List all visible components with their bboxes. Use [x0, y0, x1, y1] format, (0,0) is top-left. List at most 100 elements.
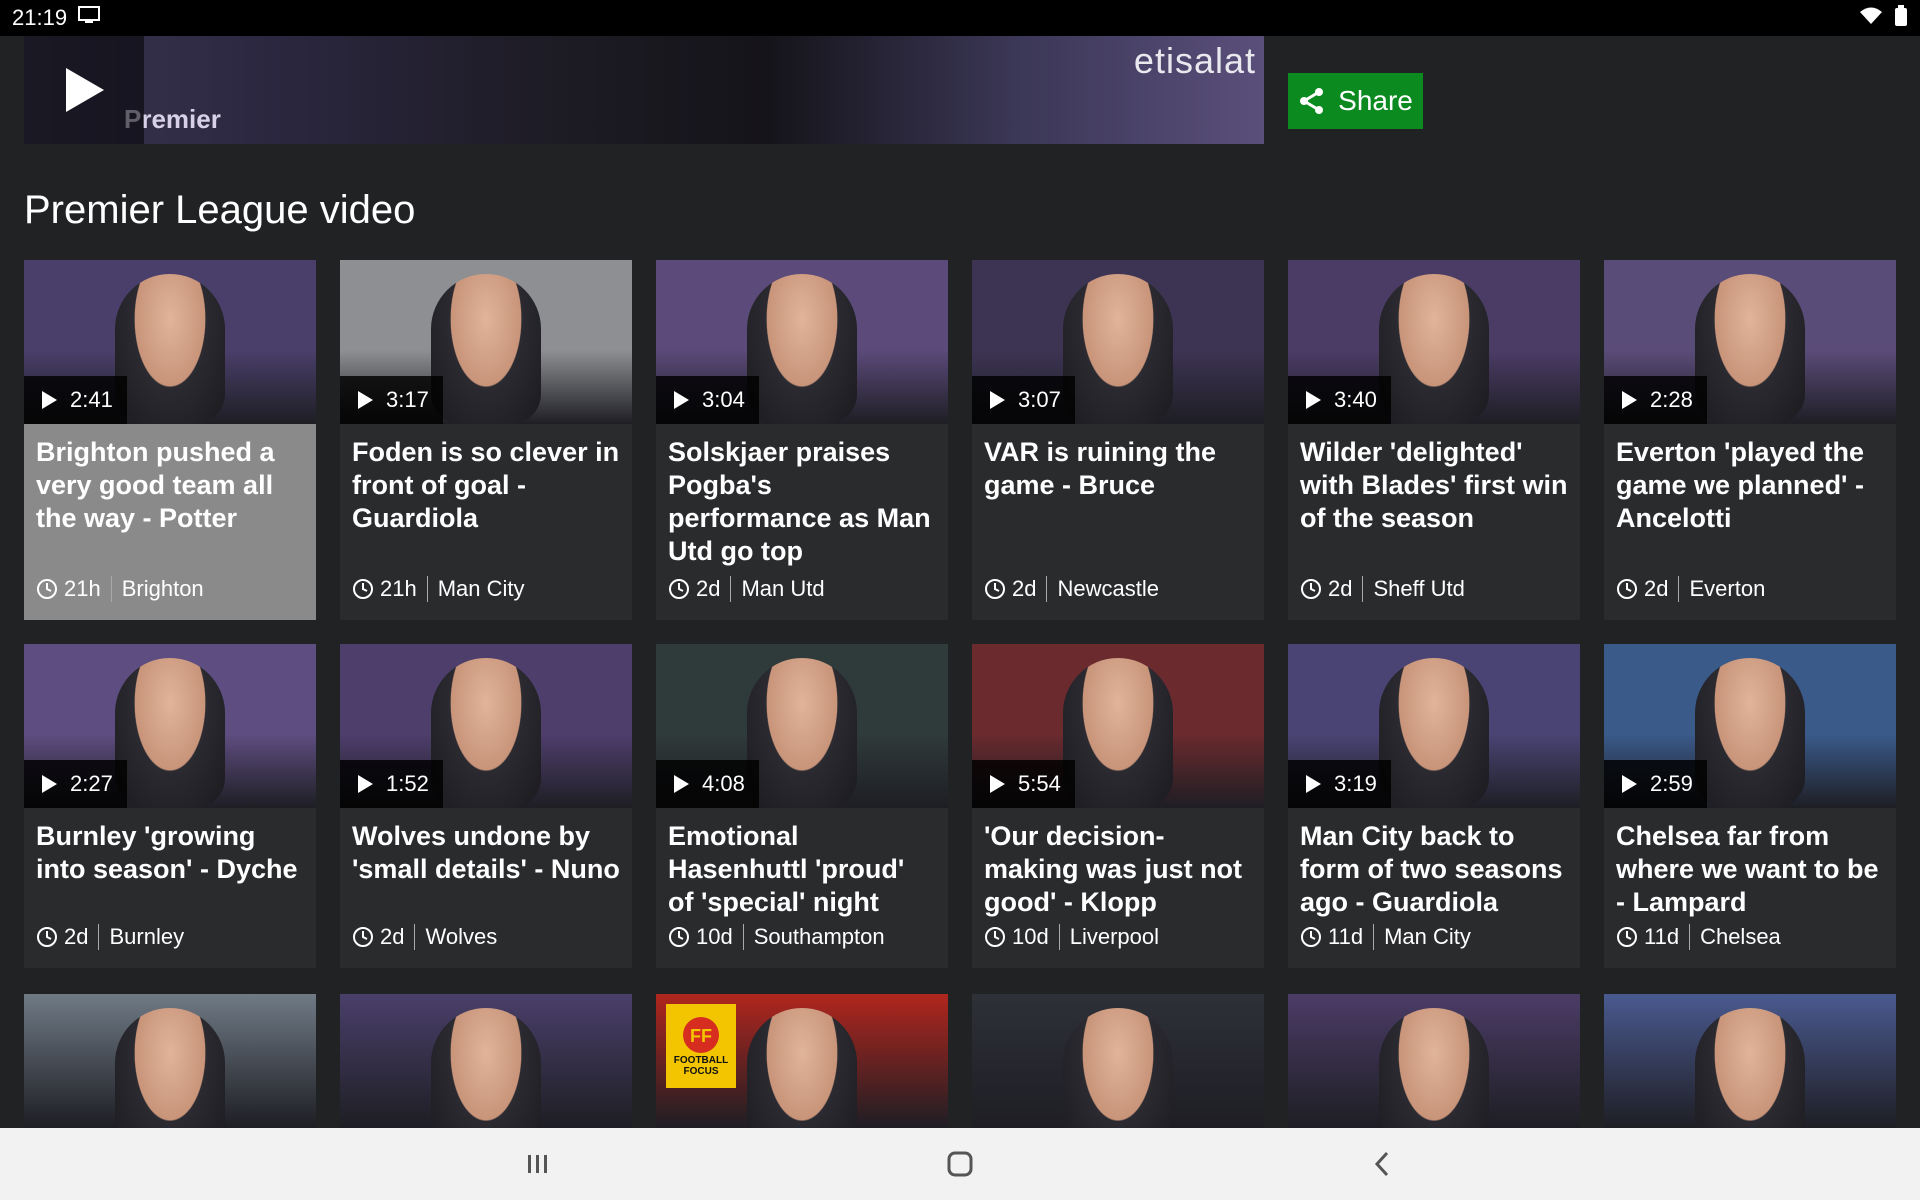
video-title: Man City back to form of two seasons ago…: [1300, 821, 1563, 917]
time-ago: 2d: [696, 576, 721, 601]
play-icon: [66, 68, 104, 112]
divider: [1362, 576, 1364, 602]
video-title: Chelsea far from where we want to be - L…: [1616, 821, 1879, 917]
person-image: [115, 274, 225, 424]
play-button[interactable]: [24, 36, 144, 144]
video-card[interactable]: 3:19 Man City back to form of two seasons…: [1288, 644, 1580, 968]
team-label: Man City: [1384, 924, 1471, 949]
video-card[interactable]: [340, 994, 632, 1128]
person-image: [747, 658, 857, 808]
clock-icon: [985, 927, 1005, 947]
team-label: Man Utd: [741, 576, 825, 601]
video-card[interactable]: 5:54 'Our decision-making was just not go…: [972, 644, 1264, 968]
person-image: [1063, 658, 1173, 808]
divider: [730, 576, 732, 602]
video-card[interactable]: 3:07 VAR is ruining the game - Bruce 2d New…: [972, 260, 1264, 620]
clock-icon: [669, 579, 689, 599]
team-label: Everton: [1689, 576, 1766, 601]
divider: [414, 924, 416, 950]
video-thumbnail: [24, 994, 316, 1128]
video-card[interactable]: 4:08 Emotional Hasenhuttl 'proud' of 'spe…: [656, 644, 948, 968]
duration-badge: 2:41: [24, 376, 127, 424]
clock-icon: [1301, 927, 1321, 947]
play-icon: [358, 775, 373, 793]
play-icon: [990, 775, 1005, 793]
duration-badge: 3:19: [1288, 760, 1391, 808]
play-icon: [1622, 775, 1637, 793]
video-meta: 2d Burnley: [36, 924, 184, 950]
duration-badge: 3:40: [1288, 376, 1391, 424]
team-label: Burnley: [109, 924, 185, 949]
football-focus-logo: FF FOOTBALL FOCUS: [666, 1004, 736, 1088]
time-ago: 2d: [1012, 576, 1037, 601]
video-card[interactable]: 3:17 Foden is so clever in front of goal …: [340, 260, 632, 620]
back-icon: [1374, 1151, 1389, 1177]
time-ago: 2d: [380, 924, 405, 949]
video-card[interactable]: 2:28 Everton 'played the game we planned'…: [1604, 260, 1896, 620]
wifi-icon: [1858, 6, 1884, 31]
video-title: Brighton pushed a very good team all the…: [36, 437, 275, 533]
person-image: [431, 658, 541, 808]
clock-icon: [985, 579, 1005, 599]
recent-apps-button[interactable]: [520, 1146, 556, 1182]
time-ago: 21h: [64, 576, 101, 601]
video-card[interactable]: 3:40 Wilder 'delighted' with Blades' firs…: [1288, 260, 1580, 620]
time-ago: 11d: [1644, 924, 1680, 949]
play-icon: [674, 391, 689, 409]
video-card[interactable]: [1604, 994, 1896, 1128]
person-image: [431, 274, 541, 424]
play-icon: [358, 391, 373, 409]
status-bar: 21:19: [0, 0, 1920, 36]
person-image: [1063, 274, 1173, 424]
recent-apps-icon: [528, 1155, 547, 1173]
duration-badge: 5:54: [972, 760, 1075, 808]
person-image: [115, 658, 225, 808]
video-card[interactable]: FF FOOTBALL FOCUS: [656, 994, 948, 1128]
person-image: [1695, 274, 1805, 424]
video-card[interactable]: [972, 994, 1264, 1128]
play-icon: [42, 391, 57, 409]
time-ago: 11d: [1328, 924, 1364, 949]
person-image: [747, 1008, 857, 1128]
team-label: Liverpool: [1069, 924, 1159, 949]
home-icon: [947, 1151, 973, 1177]
svg-text:FF: FF: [690, 1026, 712, 1046]
video-thumbnail: 4:08: [656, 644, 948, 808]
video-meta: 10d Liverpool: [984, 924, 1159, 950]
team-label: Chelsea: [1700, 924, 1781, 949]
video-card[interactable]: [24, 994, 316, 1128]
video-meta: 2d Sheff Utd: [1300, 576, 1465, 602]
video-meta: 11d Man City: [1300, 924, 1471, 950]
share-icon: [1300, 88, 1324, 114]
video-thumbnail: FF FOOTBALL FOCUS: [656, 994, 948, 1128]
video-card[interactable]: 2:27 Burnley 'growing into season' - Dych…: [24, 644, 316, 968]
time-ago: 2d: [64, 924, 89, 949]
clock-icon: [669, 927, 689, 947]
video-card[interactable]: 3:04 Solskjaer praises Pogba's performanc…: [656, 260, 948, 620]
video-thumbnail: 1:52: [340, 644, 632, 808]
screen-icon: [77, 5, 101, 31]
video-meta: 2d Wolves: [352, 924, 497, 950]
video-thumbnail: 3:40: [1288, 260, 1580, 424]
video-card[interactable]: 2:41 Brighton pushed a very good team all…: [24, 260, 316, 620]
video-thumbnail: 3:17: [340, 260, 632, 424]
video-card[interactable]: 2:59 Chelsea far from where we want to be…: [1604, 644, 1896, 968]
video-title: Burnley 'growing into season' - Dyche: [36, 821, 298, 884]
divider: [98, 924, 100, 950]
home-button[interactable]: [942, 1146, 978, 1182]
video-player[interactable]: etisalat Premier: [24, 36, 1264, 144]
divider: [1046, 576, 1048, 602]
video-thumbnail: [972, 994, 1264, 1128]
video-card[interactable]: 1:52 Wolves undone by 'small details' - N…: [340, 644, 632, 968]
video-card[interactable]: [1288, 994, 1580, 1128]
person-image: [1695, 1008, 1805, 1128]
divider: [1373, 924, 1375, 950]
play-icon: [42, 775, 57, 793]
share-button[interactable]: Share: [1288, 73, 1423, 129]
video-thumbnail: 5:54: [972, 644, 1264, 808]
duration-badge: 3:04: [656, 376, 759, 424]
status-time: 21:19: [12, 5, 68, 30]
video-thumbnail: 3:04: [656, 260, 948, 424]
clock-icon: [37, 579, 57, 599]
back-button[interactable]: [1364, 1146, 1400, 1182]
